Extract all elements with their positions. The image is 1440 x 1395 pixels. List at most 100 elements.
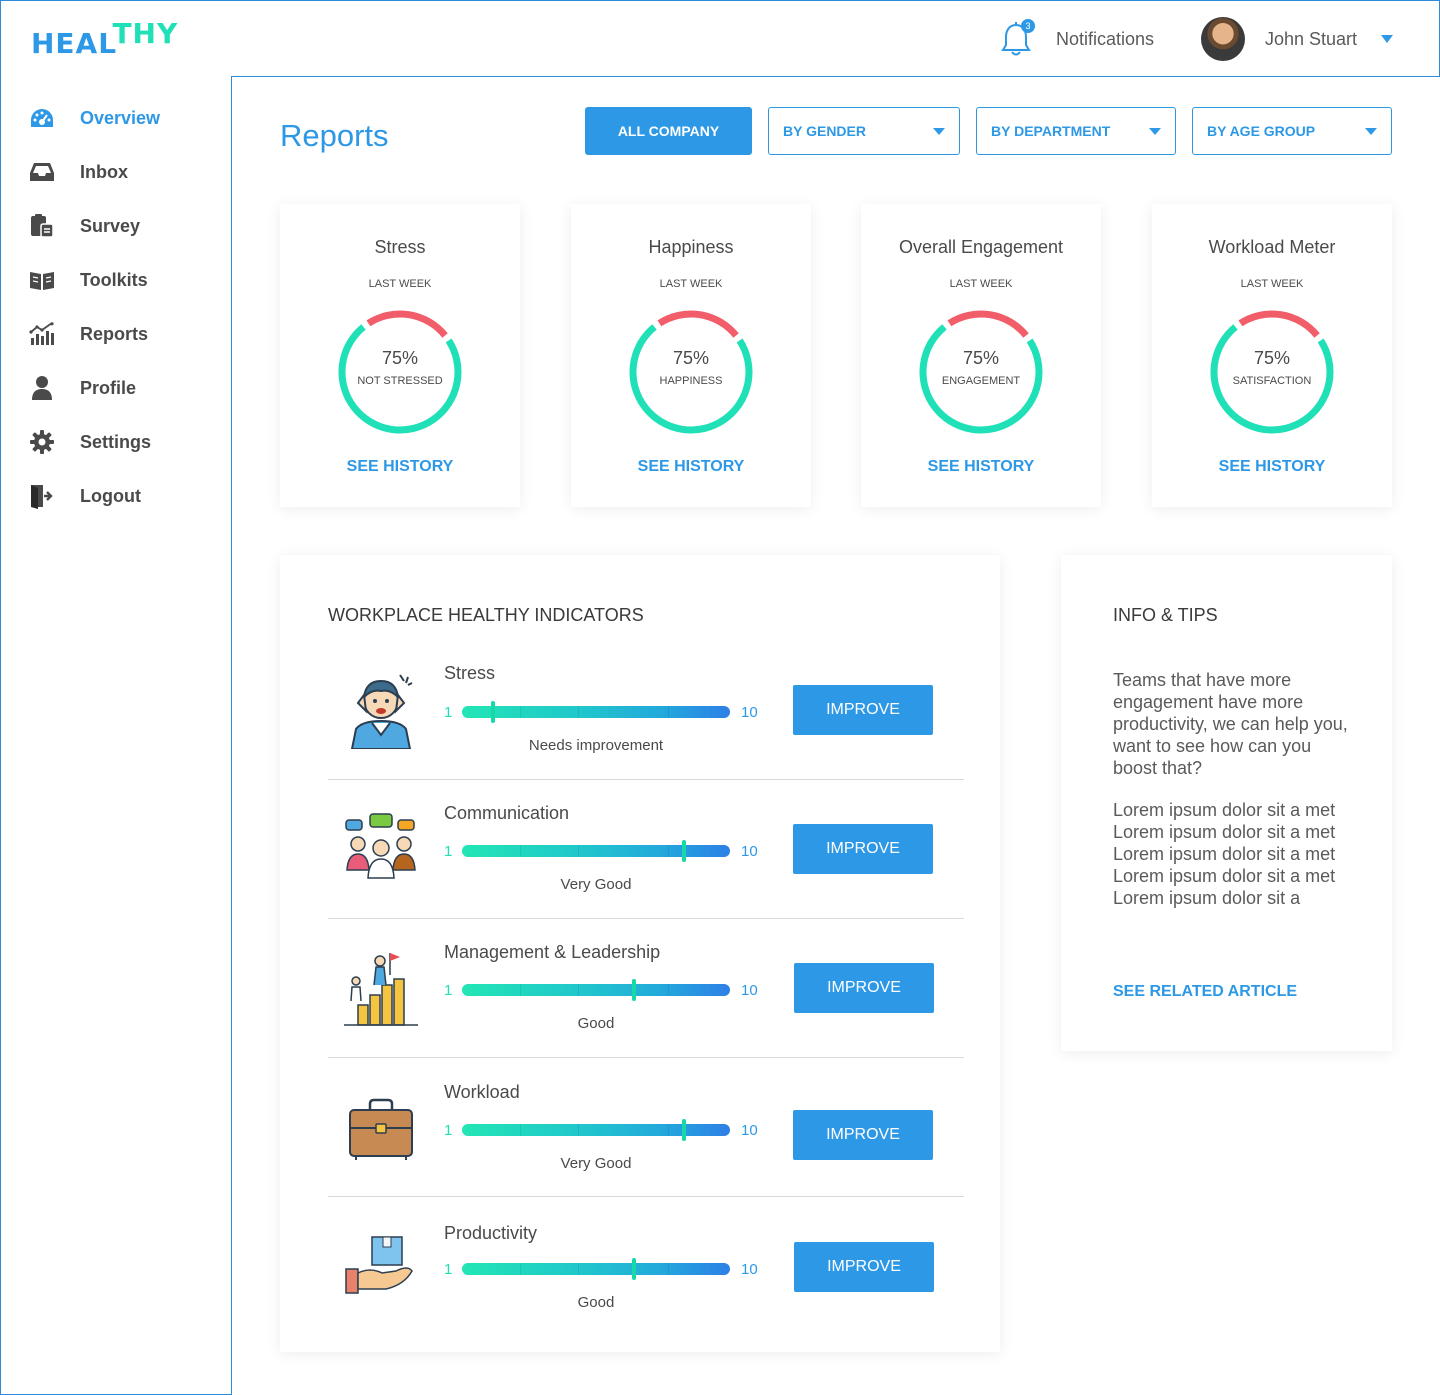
indicator-slider[interactable] (462, 701, 730, 723)
workplace-indicators-card: WORKPLACE HEALTHY INDICATORS Stress 1 10… (280, 555, 1000, 1352)
scale-min-label: 1 (444, 1122, 453, 1139)
sidebar-item-profile[interactable]: Profile (29, 373, 136, 403)
notifications-label: Notifications (1056, 28, 1155, 49)
metric-period: LAST WEEK (659, 278, 723, 290)
see-history-link[interactable]: SEE HISTORY (1152, 458, 1392, 476)
metric-title: Overall Engagement (898, 237, 1064, 257)
slider-segment-divider (520, 984, 521, 996)
filter-label: ALL COMPANY (617, 123, 720, 139)
gauge-remainder-arc (657, 310, 739, 338)
inbox-icon (29, 159, 55, 185)
metric-caption: NOT STRESSED (357, 375, 443, 387)
indicator-slider[interactable] (462, 840, 730, 862)
sidebar-item-toolkits[interactable]: Toolkits (29, 265, 148, 295)
slider-segment-divider (520, 1263, 521, 1275)
filter-by-department-dropdown[interactable]: BY DEPARTMENT (976, 107, 1176, 155)
metric-card-workload: Workload Meter LAST WEEK 75% SATISFACTIO… (1152, 204, 1392, 507)
slider-thumb[interactable] (491, 701, 496, 723)
metric-value: 75% (962, 348, 1000, 368)
indicator-slider[interactable] (462, 979, 730, 1001)
indicator-status: Very Good (560, 876, 632, 893)
page-title: Reports (280, 118, 389, 153)
info-tips-card: INFO & TIPS Teams that have more engagem… (1061, 555, 1392, 1051)
chevron-down-icon (933, 128, 945, 135)
logout-icon (29, 483, 55, 509)
sidebar-item-label: Overview (80, 107, 161, 128)
sidebar-item-overview[interactable]: Overview (29, 103, 160, 133)
metric-caption: ENGAGEMENT (941, 375, 1021, 387)
metric-caption: HAPPINESS (659, 375, 723, 387)
indicator-name: Management & Leadership (444, 942, 661, 962)
sidebar-item-label: Reports (80, 323, 149, 344)
sidebar-item-settings[interactable]: Settings (29, 427, 151, 457)
chevron-down-icon (1365, 128, 1377, 135)
filter-all-company-button[interactable]: ALL COMPANY (585, 107, 752, 155)
slider-segment-divider (668, 706, 669, 718)
filter-label: BY GENDER (783, 123, 866, 139)
slider-segment-divider (668, 1263, 669, 1275)
slider-thumb[interactable] (632, 979, 637, 1001)
sidebar-item-reports[interactable]: Reports (29, 319, 148, 349)
slider-segment-divider (520, 1124, 521, 1136)
metric-value: 75% (1253, 348, 1291, 368)
chevron-down-icon (1381, 35, 1394, 43)
stressed-person-icon (342, 671, 420, 750)
healthy-logo[interactable]: HEALTHY (31, 17, 178, 60)
scale-min-label: 1 (444, 982, 453, 999)
improve-button[interactable]: IMPROVE (794, 963, 934, 1013)
metric-title: Happiness (648, 237, 734, 257)
donut-gauge (919, 310, 1043, 434)
see-history-link[interactable]: SEE HISTORY (280, 458, 520, 476)
improve-button[interactable]: IMPROVE (793, 1110, 933, 1160)
indicator-row-workload: Workload 1 10 Very Good IMPROVE (328, 1058, 964, 1197)
indicator-row-management-leadership: Management & Leadership 1 10 Good IMPROV… (328, 919, 964, 1058)
sidebar-item-logout[interactable]: Logout (29, 481, 141, 511)
indicator-name: Communication (444, 803, 570, 823)
metric-value: 75% (381, 348, 419, 368)
improve-button[interactable]: IMPROVE (793, 824, 933, 874)
avatar (1201, 17, 1245, 61)
see-history-link[interactable]: SEE HISTORY (861, 458, 1101, 476)
sidebar-item-label: Logout (80, 485, 141, 506)
notifications-button[interactable]: 3 Notifications (1001, 15, 1154, 63)
see-history-link[interactable]: SEE HISTORY (571, 458, 811, 476)
slider-segment-divider (520, 706, 521, 718)
scale-min-label: 1 (444, 843, 453, 860)
sidebar-item-label: Toolkits (80, 269, 148, 290)
user-icon (29, 375, 55, 401)
indicator-slider[interactable] (462, 1119, 730, 1141)
leadership-icon (342, 949, 420, 1027)
scale-min-label: 1 (444, 1261, 453, 1278)
filter-by-gender-dropdown[interactable]: BY GENDER (768, 107, 960, 155)
sidebar: Overview Inbox Survey Toolkits Reports P… (0, 76, 232, 1395)
slider-thumb[interactable] (682, 1119, 686, 1141)
slider-segment-divider (578, 1263, 579, 1275)
user-menu[interactable]: John Stuart (1201, 17, 1394, 61)
gear-icon (29, 429, 55, 455)
scale-max-label: 10 (741, 704, 758, 721)
slider-thumb[interactable] (682, 840, 686, 862)
notification-count-badge: 3 (1021, 19, 1035, 33)
slider-segment-divider (668, 845, 669, 857)
donut-gauge (1210, 310, 1334, 434)
indicator-row-productivity: Productivity 1 10 Good IMPROVE (328, 1197, 964, 1336)
indicator-slider[interactable] (462, 1258, 730, 1280)
slider-segment-divider (520, 845, 521, 857)
slider-thumb[interactable] (632, 1258, 637, 1280)
briefcase-icon (342, 1088, 420, 1166)
sidebar-item-inbox[interactable]: Inbox (29, 157, 128, 187)
metric-period: LAST WEEK (368, 278, 432, 290)
sidebar-item-survey[interactable]: Survey (29, 211, 140, 241)
chevron-down-icon (1149, 128, 1161, 135)
improve-button[interactable]: IMPROVE (793, 685, 933, 735)
scale-max-label: 10 (741, 843, 758, 860)
gauge-remainder-arc (1238, 310, 1320, 338)
improve-button[interactable]: IMPROVE (794, 1242, 934, 1292)
user-name: John Stuart (1265, 28, 1358, 49)
indicator-name: Stress (444, 663, 496, 683)
indicator-status: Needs improvement (528, 737, 664, 754)
filter-by-age-group-dropdown[interactable]: BY AGE GROUP (1192, 107, 1392, 155)
see-related-article-link[interactable]: SEE RELATED ARTICLE (1113, 983, 1297, 1001)
filter-label: BY DEPARTMENT (991, 123, 1111, 139)
slider-segment-divider (578, 984, 579, 996)
